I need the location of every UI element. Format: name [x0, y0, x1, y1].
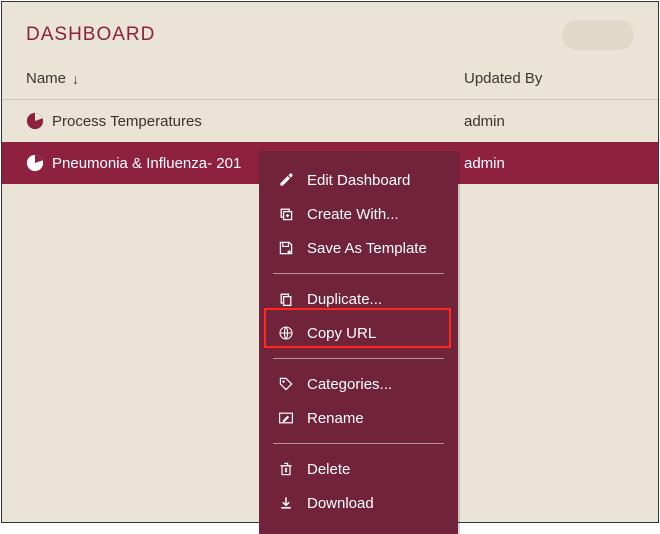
page-title: DASHBOARD	[26, 24, 155, 46]
download-icon	[277, 494, 295, 512]
menu-item-label: Create With...	[307, 206, 399, 223]
sort-descending-icon: ↓	[72, 71, 79, 87]
page-header: DASHBOARD	[2, 2, 658, 60]
menu-item-edit-dashboard[interactable]: Edit Dashboard	[259, 163, 458, 197]
trash-icon	[277, 460, 295, 478]
menu-item-label: Download	[307, 495, 374, 512]
row-label: Process Temperatures	[52, 113, 464, 130]
col-header-name[interactable]: Name ↓	[26, 70, 464, 87]
menu-item-download[interactable]: Download	[259, 486, 458, 520]
row-updated-by: admin	[464, 155, 634, 172]
menu-separator	[273, 273, 444, 274]
pie-chart-icon	[26, 112, 44, 130]
tag-icon	[277, 375, 295, 393]
menu-item-copy-url[interactable]: Copy URL	[259, 316, 458, 350]
col-header-updated-by[interactable]: Updated By	[464, 70, 634, 87]
menu-item-categories[interactable]: Categories...	[259, 367, 458, 401]
menu-item-label: Edit Dashboard	[307, 172, 410, 189]
col-header-name-label: Name	[26, 70, 66, 87]
menu-item-save-as-template[interactable]: Save As Template	[259, 231, 458, 265]
copy-plus-icon	[277, 205, 295, 223]
menu-item-label: Copy URL	[307, 325, 376, 342]
menu-item-label: Duplicate...	[307, 291, 382, 308]
duplicate-icon	[277, 290, 295, 308]
menu-item-create-with[interactable]: Create With...	[259, 197, 458, 231]
menu-separator	[273, 443, 444, 444]
menu-item-label: Rename	[307, 410, 364, 427]
globe-icon	[277, 324, 295, 342]
pie-chart-icon	[26, 154, 44, 172]
menu-separator	[273, 358, 444, 359]
header-pill-button[interactable]	[562, 20, 634, 50]
row-updated-by: admin	[464, 113, 634, 130]
menu-item-label: Delete	[307, 461, 350, 478]
table-row[interactable]: Process Temperatures admin	[2, 100, 658, 142]
menu-item-delete[interactable]: Delete	[259, 452, 458, 486]
menu-item-duplicate[interactable]: Duplicate...	[259, 282, 458, 316]
context-menu: Edit Dashboard Create With... Save As Te…	[259, 151, 458, 534]
menu-item-label: Categories...	[307, 376, 392, 393]
app-frame: DASHBOARD Name ↓ Updated By Process Temp…	[1, 1, 659, 523]
menu-item-rename[interactable]: Rename	[259, 401, 458, 435]
col-header-updated-by-label: Updated By	[464, 70, 542, 87]
table-column-header: Name ↓ Updated By	[2, 60, 658, 100]
menu-item-label: Save As Template	[307, 240, 427, 257]
pencil-icon	[277, 171, 295, 189]
save-star-icon	[277, 239, 295, 257]
rename-icon	[277, 409, 295, 427]
